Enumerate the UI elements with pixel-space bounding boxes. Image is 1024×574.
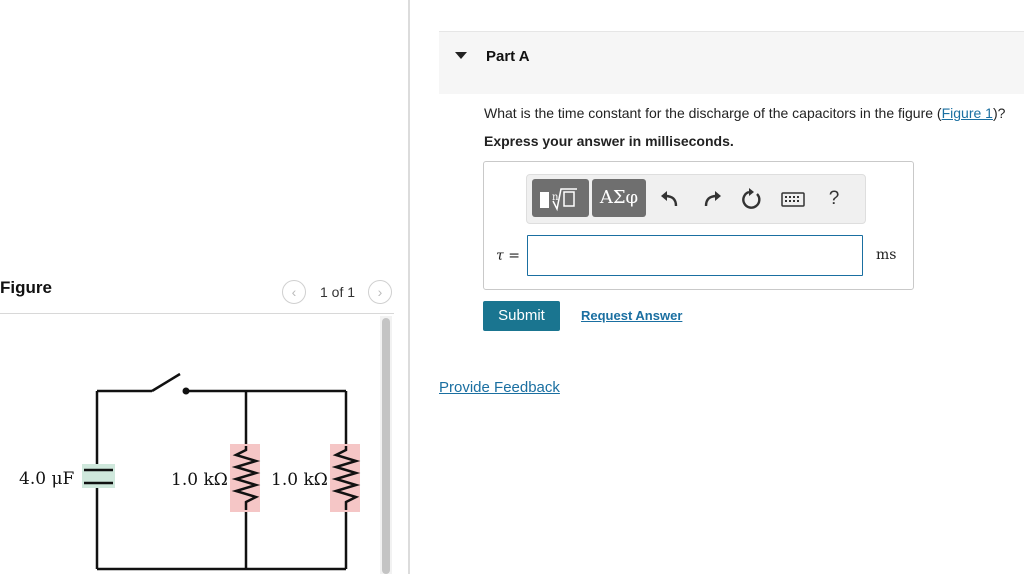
reset-button[interactable] [740, 187, 764, 211]
answer-input[interactable] [527, 235, 863, 276]
next-figure-button[interactable]: › [368, 280, 392, 304]
resistor2-label: 1.0 kΩ [271, 470, 328, 490]
figure-title: Figure [0, 278, 52, 297]
request-answer-link[interactable]: Request Answer [581, 308, 682, 323]
capacitor-label: 4.0 μF [19, 469, 74, 489]
question-text-start: What is the time constant for the discha… [484, 105, 942, 121]
answer-unit: ms [876, 247, 897, 263]
collapse-caret-icon[interactable] [455, 52, 467, 59]
capacitor-highlight [82, 464, 115, 488]
question-text: What is the time constant for the discha… [484, 105, 1005, 121]
keyboard-icon [781, 192, 805, 207]
figure-scrollbar-thumb[interactable] [382, 318, 390, 574]
chevron-right-icon: › [377, 284, 383, 300]
undo-icon [661, 191, 678, 207]
switch-contact [182, 387, 190, 395]
panel-divider [408, 0, 410, 574]
help-icon: ? [828, 188, 840, 209]
templates-icon: n [540, 188, 577, 212]
figure-link[interactable]: Figure 1 [942, 105, 993, 121]
figure-panel: Figure ‹ 1 of 1 › 4.0 μF 1.0 kΩ 1.0 kΩ [0, 0, 408, 574]
chevron-left-icon: ‹ [291, 284, 297, 300]
answer-variable-label: τ = [496, 248, 520, 264]
greek-symbols-icon: ΑΣφ [599, 187, 639, 208]
circuit-diagram: 4.0 μF 1.0 kΩ 1.0 kΩ [19, 372, 361, 571]
previous-figure-button[interactable]: ‹ [282, 280, 306, 304]
redo-button[interactable] [700, 187, 724, 211]
question-text-end: )? [992, 105, 1006, 121]
help-button[interactable]: ? [822, 187, 846, 211]
figure-pager: 1 of 1 [320, 284, 356, 300]
part-title: Part A [486, 48, 530, 65]
resistor1-label: 1.0 kΩ [171, 470, 228, 490]
figure-divider [0, 313, 394, 314]
undo-button[interactable] [658, 187, 682, 211]
templates-button[interactable]: n [532, 179, 589, 217]
keyboard-button[interactable] [781, 187, 805, 211]
switch-blade [151, 372, 181, 393]
submit-button[interactable]: Submit [483, 301, 560, 331]
greek-symbols-button[interactable]: ΑΣφ [592, 179, 646, 217]
reset-icon [742, 188, 761, 209]
answer-instruction: Express your answer in milliseconds. [484, 133, 734, 149]
redo-icon [704, 191, 721, 207]
provide-feedback-link[interactable]: Provide Feedback [439, 379, 560, 396]
